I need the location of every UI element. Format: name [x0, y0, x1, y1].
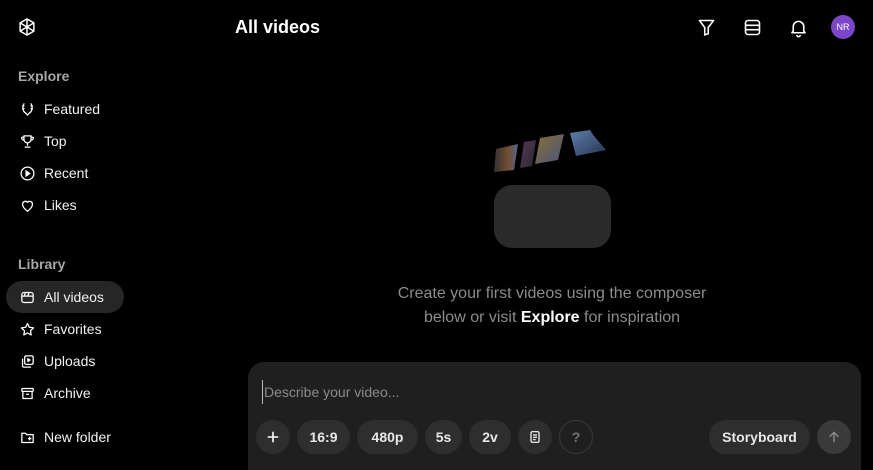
sidebar-item-archive[interactable]: Archive	[6, 377, 124, 409]
sidebar-item-label: Recent	[44, 165, 89, 181]
aspect-ratio-button[interactable]: 16:9	[297, 420, 350, 454]
sidebar-item-uploads[interactable]: Uploads	[6, 345, 124, 377]
add-button[interactable]	[256, 420, 290, 454]
describe-video-input[interactable]	[262, 380, 842, 404]
bell-icon[interactable]	[785, 14, 811, 40]
new-folder-label: New folder	[44, 429, 111, 445]
logo-icon[interactable]	[16, 16, 38, 38]
empty-state-suffix: for inspiration	[584, 309, 681, 326]
sidebar-item-label: Top	[44, 133, 67, 149]
sidebar-item-label: Uploads	[44, 353, 96, 369]
sidebar-item-recent[interactable]: Recent	[6, 157, 124, 189]
star-icon	[18, 320, 36, 338]
play-circle-icon	[18, 164, 36, 182]
sidebar: Explore Featured Top Recent Likes Librar…	[0, 0, 225, 470]
library-section-label: Library	[18, 256, 66, 272]
layout-icon[interactable]	[739, 14, 765, 40]
folder-plus-icon	[18, 428, 36, 446]
sidebar-item-favorites[interactable]: Favorites	[6, 313, 124, 345]
presets-button[interactable]	[518, 420, 552, 454]
avatar[interactable]: NR	[831, 15, 855, 39]
filter-icon[interactable]	[693, 14, 719, 40]
sidebar-item-label: Featured	[44, 101, 101, 117]
explore-section-label: Explore	[18, 68, 70, 84]
empty-state-message: Create your first videos using the compo…	[340, 282, 764, 330]
sidebar-item-label: All videos	[44, 289, 104, 305]
help-button[interactable]: ?	[559, 420, 593, 454]
duration-button[interactable]: 5s	[425, 420, 462, 454]
sidebar-item-label: Archive	[44, 385, 91, 401]
variations-button[interactable]: 2v	[469, 420, 511, 454]
sidebar-item-label: Favorites	[44, 321, 102, 337]
header-actions: NR	[673, 14, 855, 40]
resolution-button[interactable]: 480p	[357, 420, 418, 454]
composer: 16:9 480p 5s 2v ? Storyboard	[248, 362, 861, 470]
empty-state-prefix: below or visit	[423, 309, 517, 326]
sidebar-item-label: Likes	[44, 197, 77, 213]
sidebar-item-top[interactable]: Top	[6, 125, 124, 157]
sidebar-item-all-videos[interactable]: All videos	[6, 281, 124, 313]
archive-icon	[18, 384, 36, 402]
uploads-icon	[18, 352, 36, 370]
submit-button[interactable]	[817, 420, 851, 454]
plus-icon	[267, 431, 279, 443]
heart-icon	[18, 196, 36, 214]
new-folder-button[interactable]: New folder	[6, 421, 124, 453]
clapperboard-icon	[490, 128, 615, 253]
video-icon	[18, 288, 36, 306]
storyboard-button[interactable]: Storyboard	[709, 420, 810, 454]
sidebar-item-likes[interactable]: Likes	[6, 189, 124, 221]
sidebar-item-featured[interactable]: Featured	[6, 93, 124, 125]
document-icon	[530, 431, 540, 443]
trophy-icon	[18, 132, 36, 150]
explore-link[interactable]: Explore	[521, 309, 580, 326]
empty-state-line1: Create your first videos using the compo…	[397, 285, 707, 302]
arrow-up-icon	[829, 431, 839, 443]
laurel-icon	[18, 100, 36, 118]
page-title: All videos	[235, 17, 321, 37]
empty-state-line2: below or visit Explore for inspiration	[340, 306, 764, 330]
